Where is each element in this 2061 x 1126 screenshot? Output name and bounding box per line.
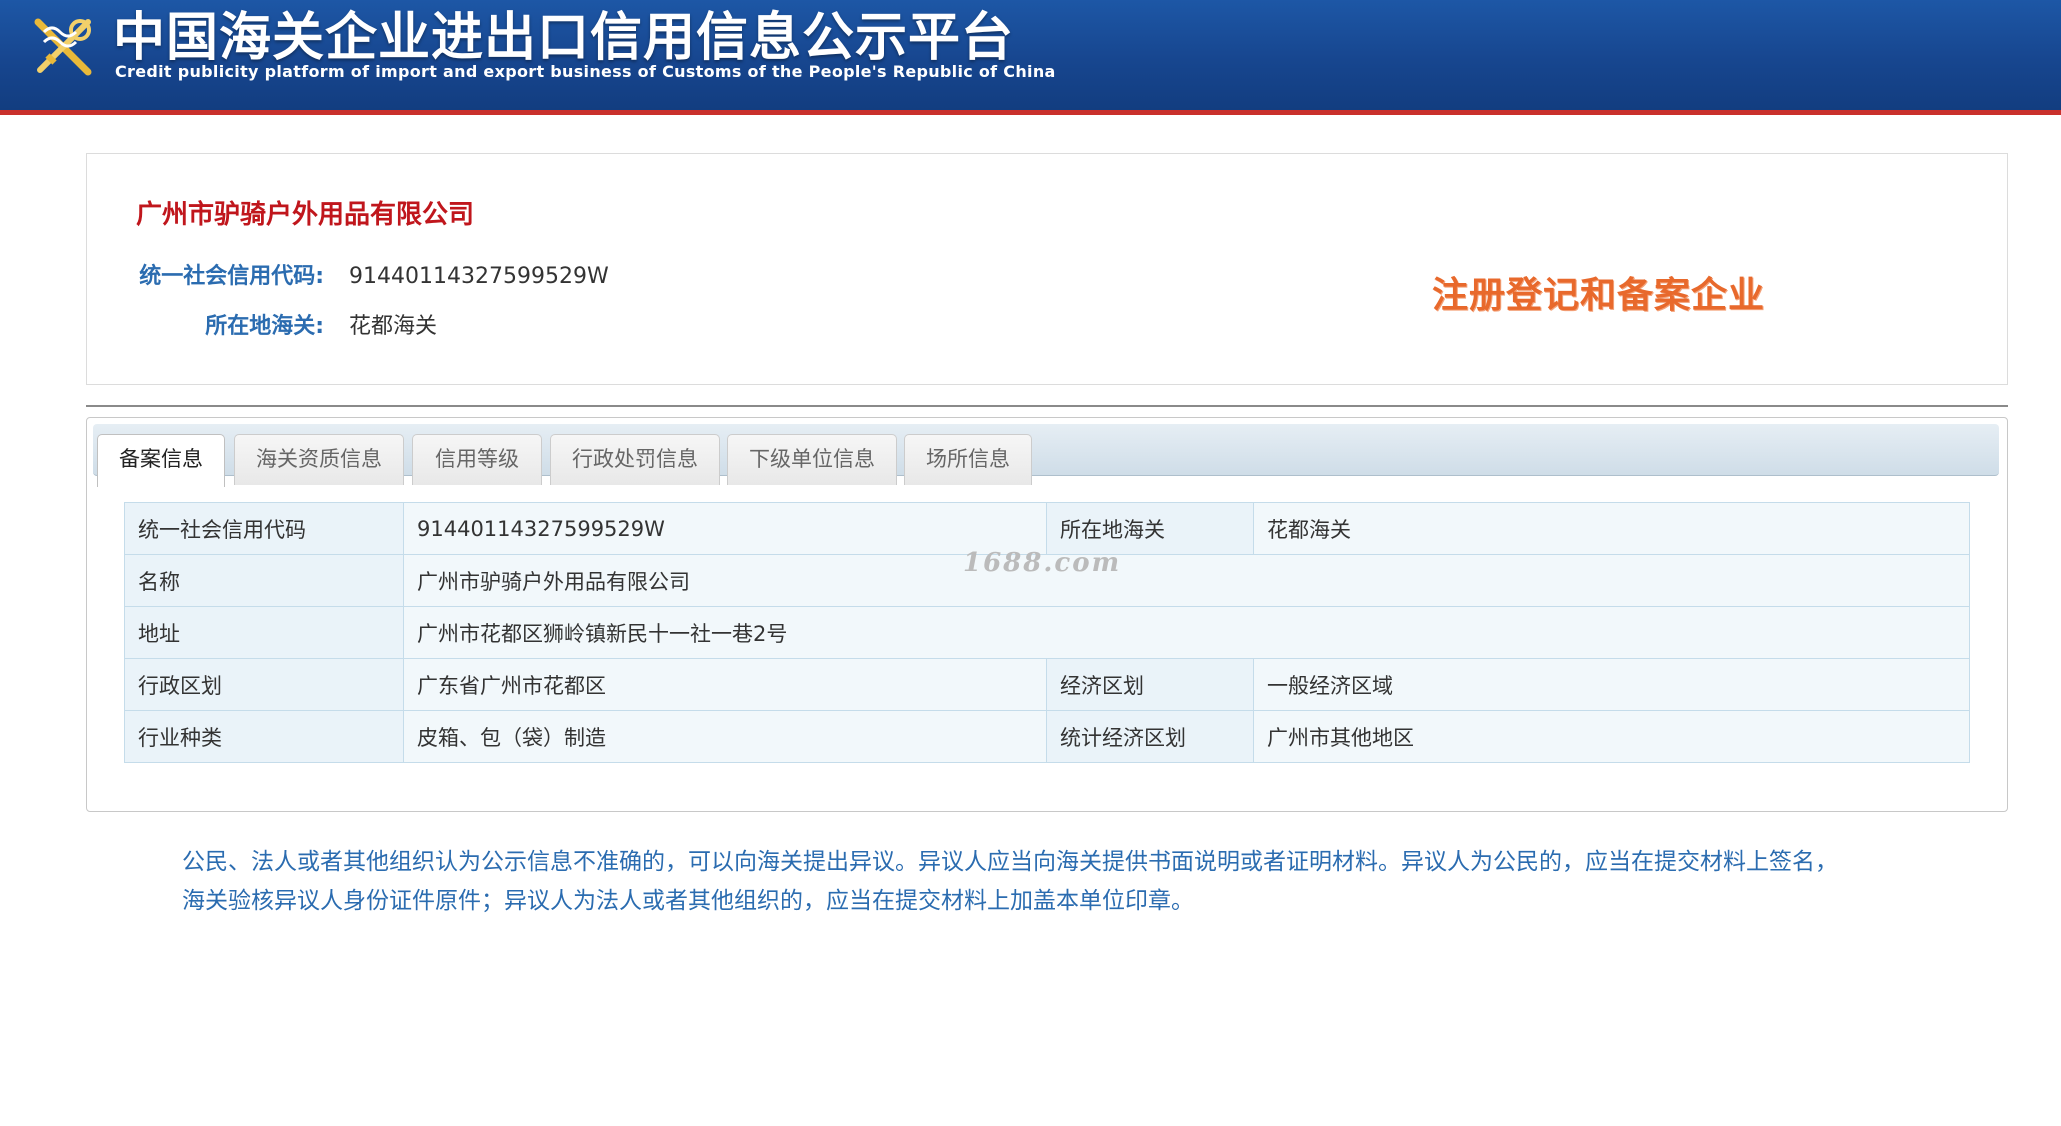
customs-label: 所在地海关:	[205, 314, 324, 339]
notice-line-1: 公民、法人或者其他组织认为公示信息不准确的，可以向海关提出异议。异议人应当向海关…	[182, 849, 1838, 875]
status-stamp: 注册登记和备案企业	[1432, 275, 1766, 316]
site-title: 中国海关企业进出口信用信息公示平台	[113, 8, 1015, 68]
row-value: 广州市其他地区	[1253, 710, 1970, 763]
row-value: 91440114327599529W	[403, 502, 1047, 555]
row-label: 行政区划	[124, 658, 404, 711]
company-name: 广州市驴骑户外用品有限公司	[136, 200, 475, 230]
filing-info-table: 统一社会信用代码 91440114327599529W 所在地海关 花都海关 名…	[124, 502, 1970, 763]
objection-notice: 公民、法人或者其他组织认为公示信息不准确的，可以向海关提出异议。异议人应当向海关…	[182, 843, 1922, 921]
row-label: 统一社会信用代码	[124, 502, 404, 555]
tab-subordinate-units[interactable]: 下级单位信息	[727, 434, 897, 485]
tab-administrative-penalty[interactable]: 行政处罚信息	[550, 434, 720, 485]
table-row: 行业种类 皮箱、包（袋）制造 统计经济区划 广州市其他地区	[124, 710, 1970, 763]
row-label: 经济区划	[1046, 658, 1254, 711]
customs-emblem-icon	[30, 12, 98, 80]
row-value: 广州市驴骑户外用品有限公司	[403, 554, 1970, 607]
row-value: 花都海关	[1253, 502, 1970, 555]
table-row: 统一社会信用代码 91440114327599529W 所在地海关 花都海关	[124, 502, 1970, 555]
tab-premises-info[interactable]: 场所信息	[904, 434, 1032, 485]
tab-filing-info[interactable]: 备案信息	[97, 434, 225, 487]
watermark-text: 1688.com	[963, 548, 1122, 578]
table-row: 地址 广州市花都区狮岭镇新民十一社一巷2号	[124, 606, 1970, 659]
notice-line-2: 海关验核异议人身份证件原件；异议人为法人或者其他组织的，应当在提交材料上加盖本单…	[182, 888, 1194, 914]
tab-customs-qualification[interactable]: 海关资质信息	[234, 434, 404, 485]
credit-code-label: 统一社会信用代码:	[139, 264, 324, 289]
info-tab-panel: 备案信息 海关资质信息 信用等级 行政处罚信息 下级单位信息 场所信息 统一社会…	[86, 417, 2008, 812]
row-value: 皮箱、包（袋）制造	[403, 710, 1047, 763]
tab-bar: 备案信息 海关资质信息 信用等级 行政处罚信息 下级单位信息 场所信息	[93, 424, 1999, 487]
header-accent-line	[0, 110, 2061, 115]
site-header: 中国海关企业进出口信用信息公示平台 Credit publicity platf…	[0, 0, 2061, 110]
row-value: 广州市花都区狮岭镇新民十一社一巷2号	[403, 606, 1970, 659]
row-label: 行业种类	[124, 710, 404, 763]
row-value: 广东省广州市花都区	[403, 658, 1047, 711]
table-row: 行政区划 广东省广州市花都区 经济区划 一般经济区域	[124, 658, 1970, 711]
row-value: 一般经济区域	[1253, 658, 1970, 711]
tab-credit-rating[interactable]: 信用等级	[412, 434, 542, 485]
row-label: 所在地海关	[1046, 502, 1254, 555]
row-label: 名称	[124, 554, 404, 607]
row-label: 统计经济区划	[1046, 710, 1254, 763]
section-divider	[86, 405, 2008, 407]
site-subtitle: Credit publicity platform of import and …	[115, 62, 1056, 81]
credit-code-value: 91440114327599529W	[349, 264, 609, 289]
company-summary-card: 广州市驴骑户外用品有限公司 统一社会信用代码: 9144011432759952…	[86, 153, 2008, 385]
row-label: 地址	[124, 606, 404, 659]
customs-value: 花都海关	[349, 314, 438, 339]
